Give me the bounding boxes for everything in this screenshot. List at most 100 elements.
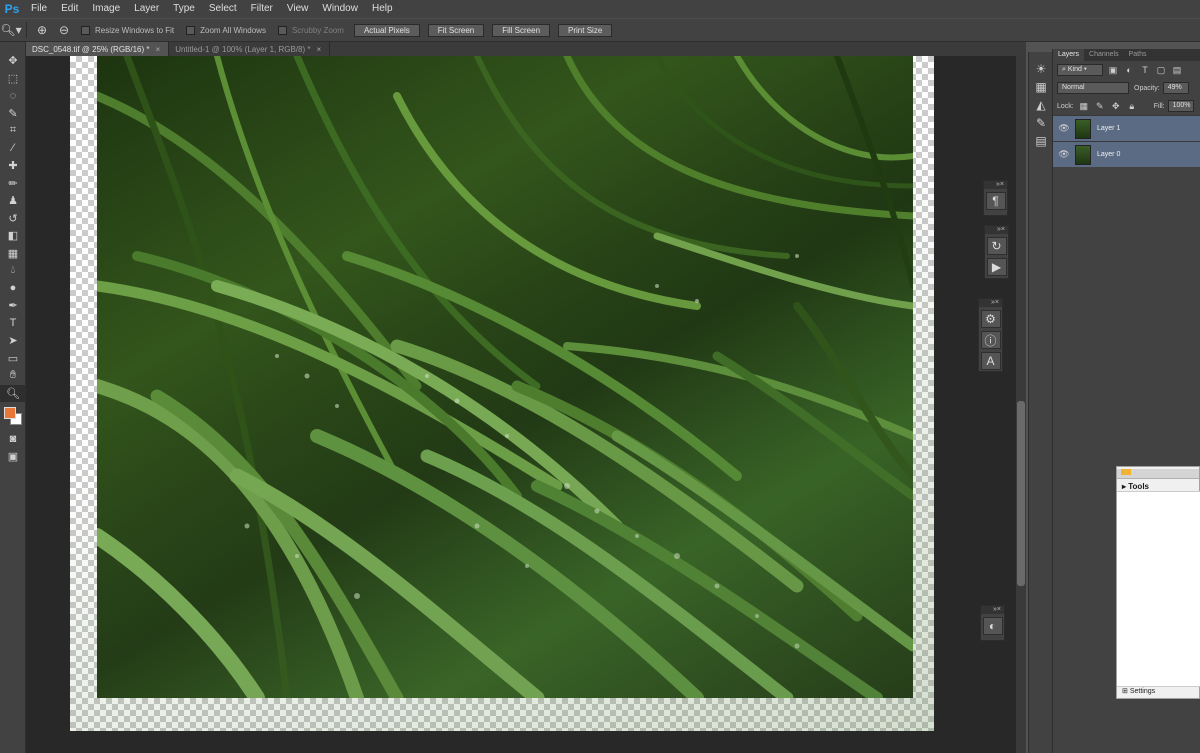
pen-tool-icon[interactable]: ✒ — [0, 297, 26, 315]
navigator-icon[interactable]: ◐ — [982, 617, 1003, 635]
tools-window-title[interactable]: ▸ Tools — [1117, 479, 1199, 491]
close-icon[interactable]: × — [156, 45, 161, 54]
panel-header[interactable]: »× — [981, 606, 1004, 614]
crop-tool-icon[interactable]: ⌗ — [0, 122, 26, 140]
quick-select-tool-icon[interactable]: ✎ — [0, 105, 26, 123]
panel-header[interactable]: »× — [984, 181, 1007, 189]
dock-grip[interactable] — [1029, 52, 1052, 60]
vertical-scrollbar[interactable] — [1016, 56, 1026, 753]
gradient-tool-icon[interactable]: ▦ — [0, 245, 26, 263]
menu-file[interactable]: File — [24, 0, 54, 18]
smart-object-filter-icon[interactable]: ▤ — [1171, 64, 1183, 76]
fill-input[interactable]: 100% — [1167, 100, 1194, 112]
screen-mode-icon[interactable]: ▣ — [0, 448, 26, 466]
blur-tool-icon[interactable]: 💧︎ — [0, 262, 26, 280]
marquee-tool-icon[interactable]: ⬚ — [0, 70, 26, 88]
fit-screen-button[interactable]: Fit Screen — [427, 23, 485, 37]
settings-tab[interactable]: ⊞ Settings — [1117, 685, 1200, 698]
blend-mode-value: Normal — [1062, 84, 1085, 91]
lasso-tool-icon[interactable]: ◌ — [0, 87, 26, 105]
layer-name[interactable]: Layer 1 — [1097, 125, 1120, 132]
menu-bar: Ps File Edit Image Layer Type Select Fil… — [0, 0, 1200, 18]
type-filter-icon[interactable]: T — [1139, 64, 1151, 76]
character-icon[interactable]: A — [980, 352, 1001, 370]
adjustments-icon[interactable]: ☀ — [1029, 60, 1053, 78]
menu-help[interactable]: Help — [365, 0, 400, 18]
checkbox-box — [277, 25, 287, 35]
zoom-all-windows-checkbox[interactable]: Zoom All Windows — [186, 25, 266, 35]
paragraph-icon[interactable]: ¶ — [985, 192, 1006, 210]
zoom-out-icon[interactable]: ⊖ — [53, 20, 75, 40]
toolbar-grip[interactable] — [0, 42, 25, 52]
menu-layer[interactable]: Layer — [127, 0, 166, 18]
menu-edit[interactable]: Edit — [54, 0, 85, 18]
lock-pixels-icon[interactable]: ✎ — [1094, 100, 1106, 112]
eraser-tool-icon[interactable]: ◧ — [0, 227, 26, 245]
properties-icon[interactable]: ⚙ — [980, 310, 1001, 328]
tab-paths[interactable]: Paths — [1124, 49, 1152, 61]
menu-type[interactable]: Type — [166, 0, 202, 18]
layer-row[interactable]: 👁︎ Layer 0 — [1053, 141, 1200, 167]
resize-windows-checkbox[interactable]: Resize Windows to Fit — [81, 25, 174, 35]
history-brush-tool-icon[interactable]: ↺ — [0, 210, 26, 228]
print-size-button[interactable]: Print Size — [558, 23, 613, 37]
clone-stamp-tool-icon[interactable]: ♟ — [0, 192, 26, 210]
brush-tool-icon[interactable]: ✏ — [0, 175, 26, 193]
info-icon[interactable]: ⓘ — [980, 331, 1001, 349]
lock-transparent-icon[interactable]: ▦ — [1078, 100, 1090, 112]
type-tool-icon[interactable]: T — [0, 315, 26, 333]
styles-icon[interactable]: ▦ — [1029, 78, 1053, 96]
actual-pixels-button[interactable]: Actual Pixels — [353, 23, 420, 37]
tools-window: ▸ Tools ⊞ Settings — [1116, 466, 1200, 699]
panel-header[interactable]: »× — [985, 226, 1008, 234]
levels-icon[interactable]: ◭ — [1029, 96, 1053, 114]
filter-kind-select[interactable]: ⌕ Kind ▾ — [1057, 64, 1103, 76]
menu-view[interactable]: View — [280, 0, 316, 18]
eyedropper-tool-icon[interactable]: ⁄ — [0, 140, 26, 158]
document-tab-active[interactable]: DSC_0548.tif @ 25% (RGB/16) * × — [26, 42, 170, 56]
zoom-in-icon[interactable]: ⊕ — [31, 20, 53, 40]
quick-mask-icon[interactable]: ◙ — [0, 430, 26, 448]
checkbox-box[interactable] — [81, 25, 90, 35]
layer-name[interactable]: Layer 0 — [1097, 151, 1120, 158]
menu-image[interactable]: Image — [85, 0, 127, 18]
menu-select[interactable]: Select — [202, 0, 244, 18]
play-icon[interactable]: ▶ — [986, 258, 1007, 276]
blend-mode-select[interactable]: Normal — [1057, 82, 1129, 94]
pixel-filter-icon[interactable]: ▣ — [1107, 64, 1119, 76]
adjustment-filter-icon[interactable]: ◐ — [1123, 64, 1135, 76]
zoom-tool-preset-icon[interactable]: 🔍︎▾ — [0, 20, 22, 40]
color-swatches[interactable] — [0, 402, 26, 430]
document-tab[interactable]: Untitled-1 @ 100% (Layer 1, RGB/8) * × — [169, 42, 331, 56]
canvas-area[interactable] — [26, 56, 1026, 753]
foreground-color[interactable] — [4, 407, 16, 419]
opacity-input[interactable]: 49% — [1162, 82, 1189, 94]
shape-tool-icon[interactable]: ▭ — [0, 350, 26, 368]
visibility-eye-icon[interactable]: 👁︎ — [1053, 149, 1075, 160]
dodge-tool-icon[interactable]: ● — [0, 280, 26, 298]
tools-window-titlebar[interactable] — [1117, 469, 1199, 479]
lock-position-icon[interactable]: ✥ — [1110, 100, 1122, 112]
visibility-eye-icon[interactable]: 👁︎ — [1053, 123, 1075, 134]
zoom-tool-icon[interactable]: 🔍︎ — [0, 384, 26, 402]
fill-screen-button[interactable]: Fill Screen — [492, 23, 551, 37]
path-select-tool-icon[interactable]: ➤ — [0, 332, 26, 350]
menu-filter[interactable]: Filter — [244, 0, 280, 18]
history-icon[interactable]: ↻ — [986, 237, 1007, 255]
tool-presets-icon[interactable]: ✎ — [1029, 114, 1053, 132]
layer-row[interactable]: 👁︎ Layer 1 — [1053, 115, 1200, 141]
close-icon[interactable]: × — [316, 45, 321, 54]
move-tool-icon[interactable]: ✥ — [0, 52, 26, 70]
tab-channels[interactable]: Channels — [1084, 49, 1124, 61]
brushes-icon[interactable]: ▤ — [1029, 132, 1053, 150]
scrollbar-thumb[interactable] — [1017, 401, 1025, 586]
panel-header[interactable]: »× — [979, 299, 1002, 307]
tab-layers[interactable]: Layers — [1053, 49, 1085, 61]
checkbox-box[interactable] — [186, 25, 196, 35]
shape-filter-icon[interactable]: ▢ — [1155, 64, 1167, 76]
hand-tool-icon[interactable]: ✋︎ — [0, 367, 26, 385]
menu-window[interactable]: Window — [315, 0, 365, 18]
lock-all-icon[interactable]: 🔒︎ — [1126, 100, 1138, 112]
document-canvas[interactable] — [70, 56, 934, 731]
healing-tool-icon[interactable]: ✚ — [0, 157, 26, 175]
